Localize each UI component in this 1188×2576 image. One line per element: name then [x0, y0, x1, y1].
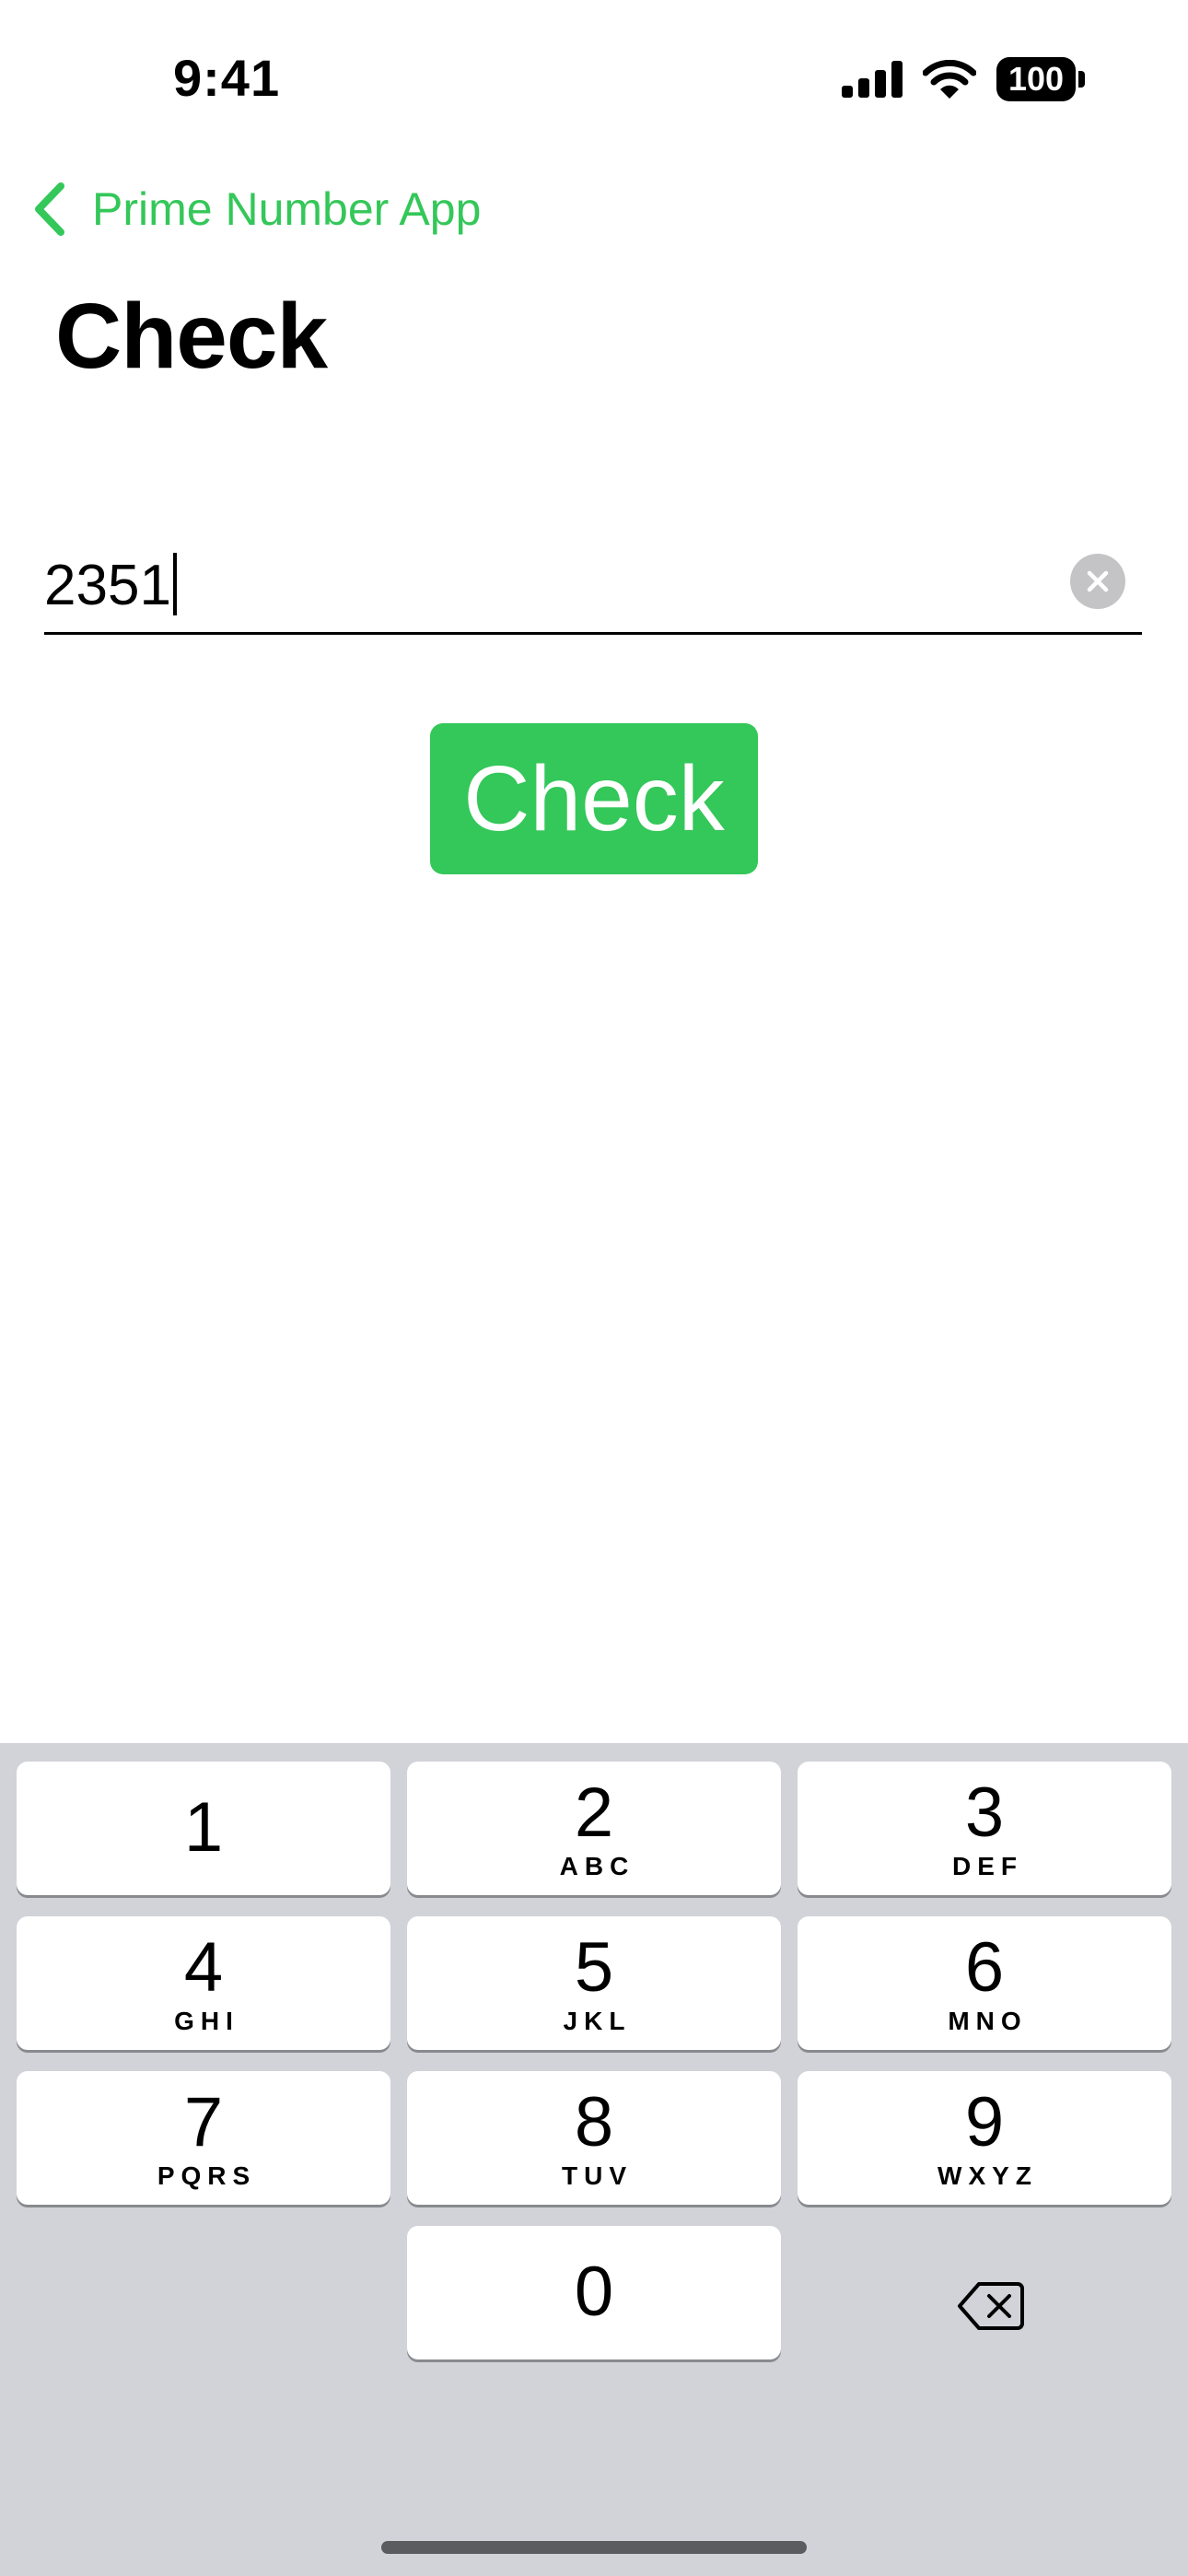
key-9[interactable]: 9 WXYZ: [798, 2071, 1171, 2205]
clear-input-button[interactable]: [1070, 554, 1125, 609]
numeric-keypad: 1 2 ABC 3 DEF 4 GHI 5 JKL 6 MNO 7 PQRS 8…: [0, 1743, 1188, 2576]
battery-level: 100: [1007, 60, 1065, 98]
key-5[interactable]: 5 JKL: [407, 1916, 781, 2050]
key-7[interactable]: 7 PQRS: [17, 2071, 390, 2205]
key-4[interactable]: 4 GHI: [17, 1916, 390, 2050]
status-time: 9:41: [173, 49, 281, 107]
wifi-icon: [923, 60, 976, 99]
key-8[interactable]: 8 TUV: [407, 2071, 781, 2205]
key-2[interactable]: 2 ABC: [407, 1762, 781, 1895]
chevron-left-icon: [35, 182, 64, 236]
clear-x-icon: [1087, 570, 1109, 592]
battery-icon: 100: [996, 57, 1085, 101]
key-0[interactable]: 0: [407, 2226, 781, 2359]
check-button[interactable]: Check: [430, 723, 758, 874]
key-1[interactable]: 1: [17, 1762, 390, 1895]
number-input[interactable]: 2351: [44, 533, 1142, 635]
delete-key[interactable]: [924, 2239, 1058, 2372]
page-title: Check: [55, 285, 328, 388]
back-button[interactable]: Prime Number App: [31, 177, 481, 241]
back-button-label: Prime Number App: [92, 183, 482, 235]
delete-backspace-icon: [958, 2281, 1024, 2330]
number-input-value: 2351: [44, 554, 171, 617]
status-icons: 100: [842, 57, 1085, 101]
key-3[interactable]: 3 DEF: [798, 1762, 1171, 1895]
key-6[interactable]: 6 MNO: [798, 1916, 1171, 2050]
text-caret: [172, 553, 177, 615]
status-bar: 9:41 100: [0, 0, 1188, 157]
cellular-signal-icon: [842, 61, 903, 98]
home-indicator[interactable]: [381, 2541, 807, 2554]
